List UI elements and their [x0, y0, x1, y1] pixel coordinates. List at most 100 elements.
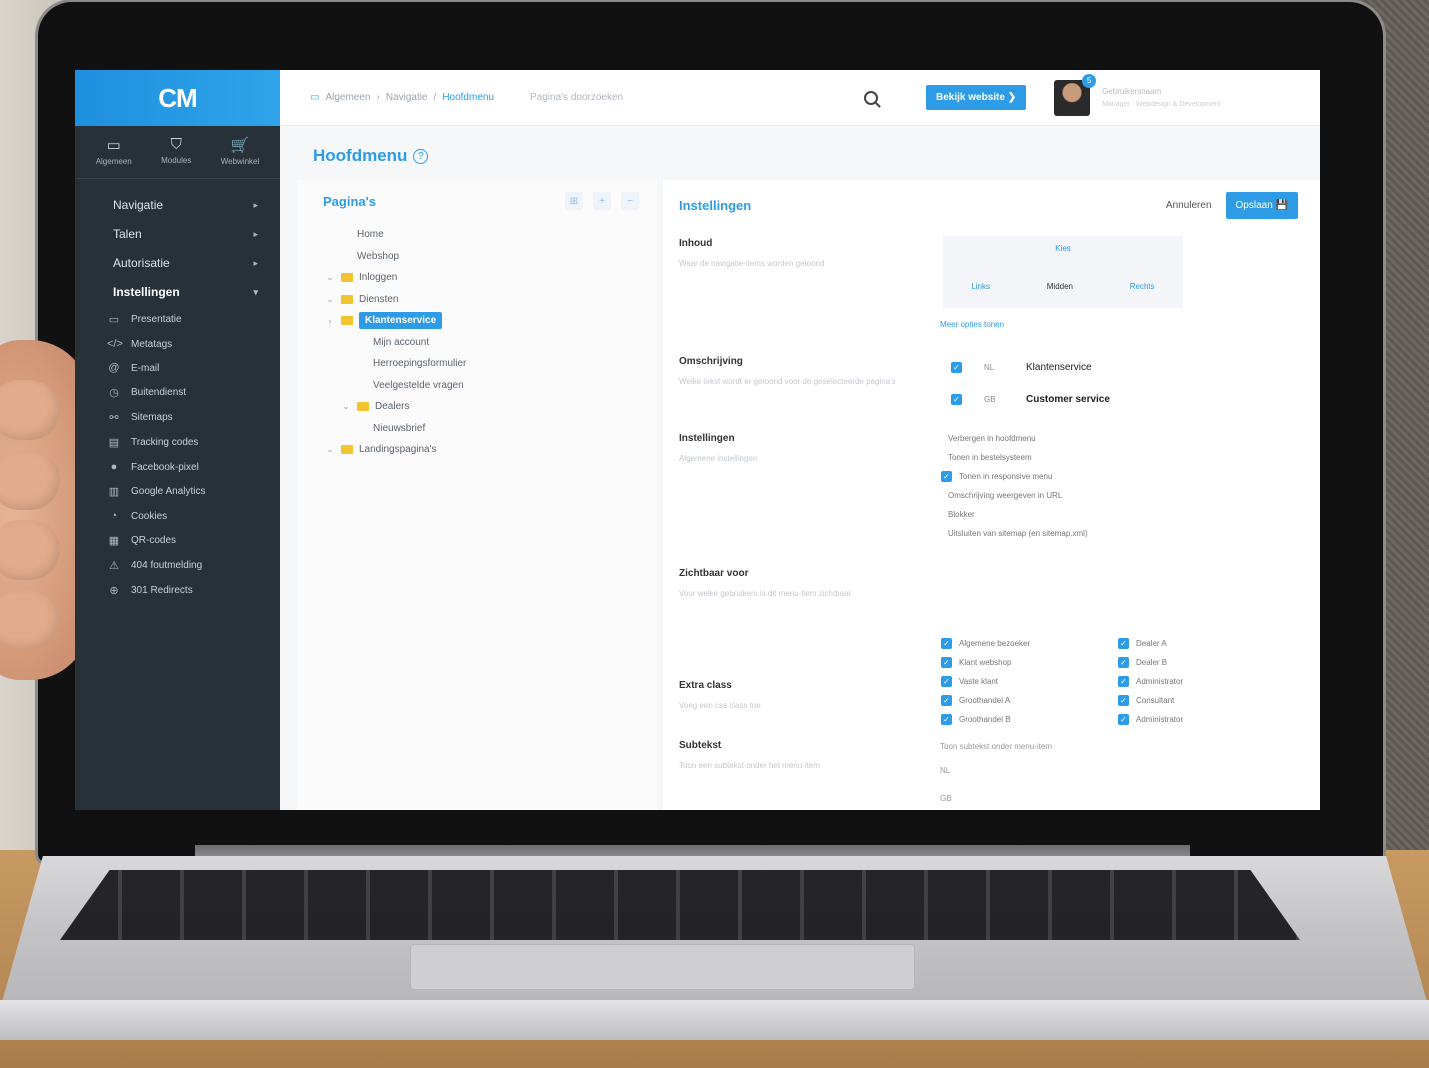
checkbox[interactable]: ✓	[941, 676, 952, 687]
checkbox[interactable]: ✓	[1118, 657, 1129, 668]
tree-item[interactable]: ⌄ Landingspagina's	[325, 439, 657, 461]
language-title-input[interactable]: Customer service	[1026, 394, 1110, 405]
sidebar-item-autorisatie[interactable]: Autorisatie ▸	[75, 249, 280, 278]
user-info[interactable]: Gebruikersnaam Manager · Webdesign & Dev…	[1102, 87, 1221, 108]
tree-item[interactable]: ⌄ Inloggen	[325, 267, 657, 289]
sidebar-subitem[interactable]: ⊕ 301 Redirects	[75, 578, 280, 603]
alignment-picker: Kies Links Midden Rechts	[943, 236, 1183, 308]
tree-toggle-icon[interactable]: ›	[325, 316, 335, 326]
help-icon[interactable]: ?	[413, 148, 429, 164]
tree-item[interactable]: Webshop	[325, 246, 657, 268]
align-right-option[interactable]: Rechts	[1130, 282, 1155, 291]
search-icon[interactable]	[864, 90, 878, 105]
breadcrumb-item[interactable]: Navigatie	[386, 92, 428, 103]
tree-item-label: Herroepingsformulier	[373, 358, 467, 370]
tree-item[interactable]: Herroepingsformulier	[325, 353, 657, 375]
tree-toggle-icon[interactable]: ⌄	[325, 444, 335, 455]
expand-icon[interactable]: ⊞	[565, 192, 583, 210]
folder-icon	[341, 273, 353, 283]
settings-option: Verbergen in hoofdmenu	[941, 433, 1088, 444]
alignment-choose[interactable]: Kies	[943, 244, 1183, 253]
checkbox[interactable]: ✓	[941, 638, 952, 649]
visibility-option-label: Consultant	[1136, 696, 1175, 705]
more-options-link[interactable]: Meer opties tonen	[940, 320, 1004, 329]
sidebar-subitem[interactable]: ⚯ Sitemaps	[75, 405, 280, 430]
subtext-input-nl[interactable]: NL	[940, 766, 950, 775]
cancel-button[interactable]: Annuleren	[1166, 200, 1212, 211]
subtext-input-gb[interactable]: GB	[940, 794, 952, 803]
breadcrumb-separator: ›	[376, 92, 380, 103]
add-icon[interactable]: +	[593, 192, 611, 210]
visit-website-button[interactable]: Bekijk website ❯	[926, 85, 1027, 110]
settings-option: Tonen in bestelsysteem	[941, 452, 1088, 463]
sidebar-subitem[interactable]: </> Metatags	[75, 332, 280, 356]
tree-item[interactable]: ⌄ Dealers	[325, 396, 657, 418]
settings-option-label: Omschrijving weergeven in URL	[948, 491, 1063, 500]
sidebar-subitem[interactable]: ▤ Tracking codes	[75, 430, 280, 455]
folder-icon	[357, 402, 369, 412]
sidebar-subitem[interactable]: ● Facebook-pixel	[75, 455, 280, 479]
sidebar-subitem-label: QR-codes	[131, 535, 177, 546]
module-algemeen[interactable]: ▭ Algemeen	[96, 136, 132, 166]
tree-toggle-icon[interactable]: ⌄	[341, 401, 351, 412]
save-icon: 💾	[1275, 200, 1288, 211]
module-label: Webwinkel	[220, 157, 260, 166]
checkbox-gb[interactable]: ✓	[951, 394, 962, 405]
checkbox[interactable]: ✓	[941, 695, 952, 706]
language-code: NL	[984, 363, 995, 372]
sidebar-subitem[interactable]: ◔ Cookies	[75, 504, 280, 528]
tree-item[interactable]: Home	[325, 224, 657, 246]
visibility-option: ✓ Administrator	[1118, 676, 1183, 687]
align-middle-option[interactable]: Midden	[1047, 282, 1073, 291]
sidebar-item-talen[interactable]: Talen ▸	[75, 220, 280, 249]
sidebar-subitem[interactable]: ⚠ 404 foutmelding	[75, 553, 280, 578]
language-row-gb: ✓ GB Customer service	[951, 394, 1110, 405]
cart-icon: 🛒	[230, 137, 250, 154]
checkbox[interactable]: ✓	[1118, 714, 1129, 725]
breadcrumb-item[interactable]: Algemeen	[325, 92, 370, 103]
visibility-option-label: Algemene bezoeker	[959, 639, 1031, 648]
tree-item[interactable]: ⌄ Diensten	[325, 289, 657, 311]
tree-item[interactable]: Nieuwsbrief	[325, 418, 657, 440]
tree-toggle-icon[interactable]: ⌄	[325, 294, 335, 305]
checkbox[interactable]: ✓	[1118, 676, 1129, 687]
avatar[interactable]: 5	[1054, 73, 1097, 116]
language-title-input[interactable]: Klantenservice	[1026, 362, 1092, 373]
sidebar-subitem-label: 404 foutmelding	[131, 560, 203, 571]
bar-chart-icon: ▥	[108, 486, 120, 498]
checkbox[interactable]: ✓	[1118, 638, 1129, 649]
sidebar-subitem-label: Facebook-pixel	[131, 461, 199, 473]
checkbox[interactable]: ✓	[1118, 695, 1129, 706]
sidebar-subitem[interactable]: @ E-mail	[75, 356, 280, 380]
tree-item[interactable]: Veelgestelde vragen	[325, 375, 657, 397]
tree-item[interactable]: › Klantenservice	[325, 310, 657, 332]
page-search-input[interactable]: Pagina's doorzoeken	[530, 92, 850, 103]
chevron-right-icon: ▸	[253, 199, 258, 210]
sidebar-subitem[interactable]: ▭ Presentatie	[75, 307, 280, 332]
sidebar-item-label: Talen	[113, 227, 142, 241]
sidebar-item-label: Navigatie	[113, 198, 164, 212]
visibility-option: ✓ Consultant	[1118, 695, 1183, 706]
tree-toggle-icon[interactable]: ⌄	[325, 272, 335, 283]
remove-icon[interactable]: −	[621, 192, 639, 210]
sidebar-subitem[interactable]: ◷ Buitendienst	[75, 380, 280, 405]
checkbox[interactable]: ✓	[941, 714, 952, 725]
logo-bar[interactable]: CM	[75, 70, 280, 126]
tree-item-label: Landingspagina's	[359, 444, 437, 456]
field-hint-extra-class: Voeg een css class toe	[679, 701, 761, 710]
module-modules[interactable]: ⛉ Modules	[161, 136, 191, 166]
module-webwinkel[interactable]: 🛒 Webwinkel	[221, 136, 260, 166]
module-label: Algemeen	[95, 157, 132, 166]
sidebar-subitem[interactable]: ▦ QR-codes	[75, 528, 280, 553]
tree-item[interactable]: Mijn account	[325, 332, 657, 354]
checkbox-nl[interactable]: ✓	[951, 362, 962, 373]
checkbox[interactable]: ✓	[941, 657, 952, 668]
sidebar-item-navigatie[interactable]: Navigatie ▸	[75, 191, 280, 220]
chevron-right-icon: ▸	[253, 257, 258, 268]
visibility-option-label: Administrator	[1136, 715, 1184, 724]
save-button[interactable]: Opslaan 💾	[1225, 192, 1298, 219]
sidebar-item-instellingen[interactable]: Instellingen ▾	[75, 278, 280, 307]
sidebar-subitem[interactable]: ▥ Google Analytics	[75, 479, 280, 504]
align-left-option[interactable]: Links	[971, 282, 990, 291]
checkbox[interactable]: ✓	[941, 471, 952, 482]
